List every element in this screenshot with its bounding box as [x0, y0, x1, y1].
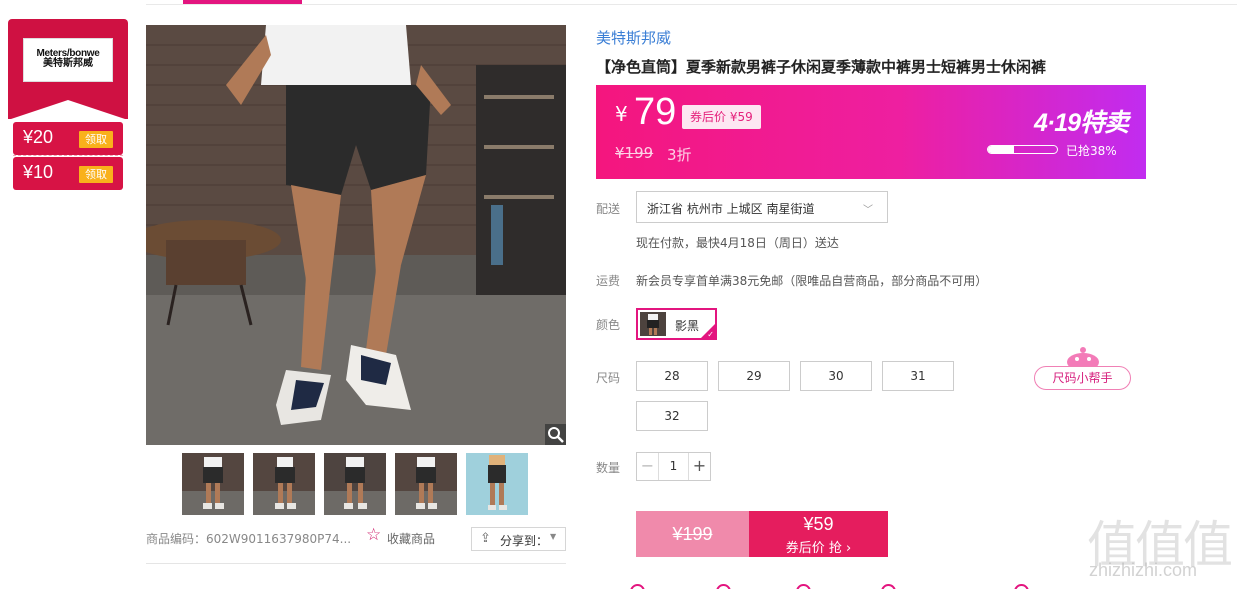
brand-logo-cn: 美特斯邦威 — [43, 58, 93, 69]
top-divider — [146, 4, 1237, 5]
zoom-icon[interactable] — [545, 424, 566, 445]
chevron-down-icon: ▼ — [550, 532, 557, 541]
buy-original-price[interactable]: ¥199 — [636, 511, 749, 557]
brand-badge-notch — [8, 100, 128, 120]
color-option-selected[interactable]: 影黑 ✓ — [636, 308, 717, 340]
coupon-amount: ¥20 — [23, 127, 54, 147]
claim-coupon-button[interactable]: 领取 — [79, 131, 113, 148]
favorite-label: 收藏商品 — [387, 532, 436, 546]
service-icon — [881, 584, 896, 589]
divider — [146, 563, 566, 564]
brand-link[interactable]: 美特斯邦威 — [596, 27, 671, 48]
color-option-label: 影黑 — [675, 319, 700, 333]
after-coupon-price: 券后价 ¥59 — [682, 105, 761, 129]
quantity-stepper: − 1 + — [636, 452, 711, 481]
sku-code: 商品编码：602W9011637980P74... — [146, 532, 352, 546]
service-icon — [716, 584, 731, 589]
quantity-decrease-button[interactable]: − — [637, 453, 659, 480]
sold-progress-fill — [988, 146, 1015, 153]
promo-title: 4·19特卖 — [1034, 109, 1129, 137]
delivery-estimate: 现在付款，最快4月18日（周日）送达 — [636, 236, 839, 250]
delivery-address-value: 浙江省 杭州市 上城区 南星街道 — [647, 202, 815, 216]
shipping-label: 运费 — [596, 274, 621, 288]
product-photo — [146, 25, 566, 445]
sold-progress-bar — [987, 145, 1058, 154]
size-option[interactable]: 31 — [882, 361, 954, 391]
discount-rate: 3折 — [667, 146, 692, 164]
main-product-image[interactable] — [146, 25, 566, 445]
size-option[interactable]: 32 — [636, 401, 708, 431]
service-row — [596, 581, 1096, 589]
watermark: 值值值 zhizhizhi.com — [1087, 505, 1233, 583]
service-icon — [630, 584, 645, 589]
buy-now-label: 券后价 抢 › — [785, 541, 852, 556]
thumbnail-2[interactable] — [253, 453, 315, 515]
size-label: 尺码 — [596, 371, 621, 385]
buy-now-button[interactable]: ¥59 券后价 抢 › — [749, 511, 888, 557]
check-icon: ✓ — [707, 330, 714, 339]
buy-now-price: ¥59 — [803, 514, 834, 534]
quantity-input[interactable]: 1 — [659, 453, 688, 480]
brand-logo: Meters/bonwe 美特斯邦威 — [23, 38, 113, 82]
coupon-10: ¥10 领取 — [13, 157, 123, 190]
chevron-down-icon: ﹀ — [863, 205, 873, 216]
color-label: 颜色 — [596, 318, 621, 332]
share-icon: ⇪ — [480, 531, 491, 546]
color-swatch — [640, 312, 666, 336]
coupon-20: ¥20 领取 — [13, 122, 123, 155]
price-banner: ¥ 79 券后价 ¥59 ¥199 3折 4·19特卖 已抢38% — [596, 85, 1146, 179]
delivery-label: 配送 — [596, 202, 621, 216]
share-button[interactable]: ⇪ 分享到： ▼ — [471, 527, 566, 551]
currency-symbol: ¥ — [615, 102, 628, 126]
watermark-site: zhizhizhi.com — [1089, 560, 1198, 580]
size-helper-button[interactable]: 尺码小帮手 — [1034, 366, 1131, 390]
delivery-address-select[interactable]: 浙江省 杭州市 上城区 南星街道 ﹀ — [636, 191, 888, 223]
thumbnail-1[interactable] — [182, 453, 244, 515]
thumbnail-5[interactable] — [466, 453, 528, 515]
size-option[interactable]: 30 — [800, 361, 872, 391]
quantity-increase-button[interactable]: + — [688, 453, 710, 480]
current-price: 79 — [634, 91, 677, 133]
quantity-label: 数量 — [596, 461, 621, 475]
service-icon — [1014, 584, 1029, 589]
coupon-divider — [13, 155, 123, 156]
size-option[interactable]: 28 — [636, 361, 708, 391]
shipping-note: 新会员专享首单满38元免邮（限唯品自营商品，部分商品不可用） — [636, 274, 988, 288]
share-label: 分享到： — [500, 534, 549, 548]
product-title: 【净色直筒】夏季新款男裤子休闲夏季薄款中裤男士短裤男士休闲裤 — [596, 58, 1047, 76]
star-icon: ☆ — [366, 525, 382, 545]
size-option[interactable]: 29 — [718, 361, 790, 391]
claim-coupon-button[interactable]: 领取 — [79, 166, 113, 183]
thumbnail-4[interactable] — [395, 453, 457, 515]
original-price: ¥199 — [615, 144, 654, 162]
coupon-amount: ¥10 — [23, 162, 54, 182]
service-icon — [796, 584, 811, 589]
sold-progress-label: 已抢38% — [1066, 144, 1117, 158]
thumbnail-strip — [182, 453, 542, 515]
thumbnail-3[interactable] — [324, 453, 386, 515]
